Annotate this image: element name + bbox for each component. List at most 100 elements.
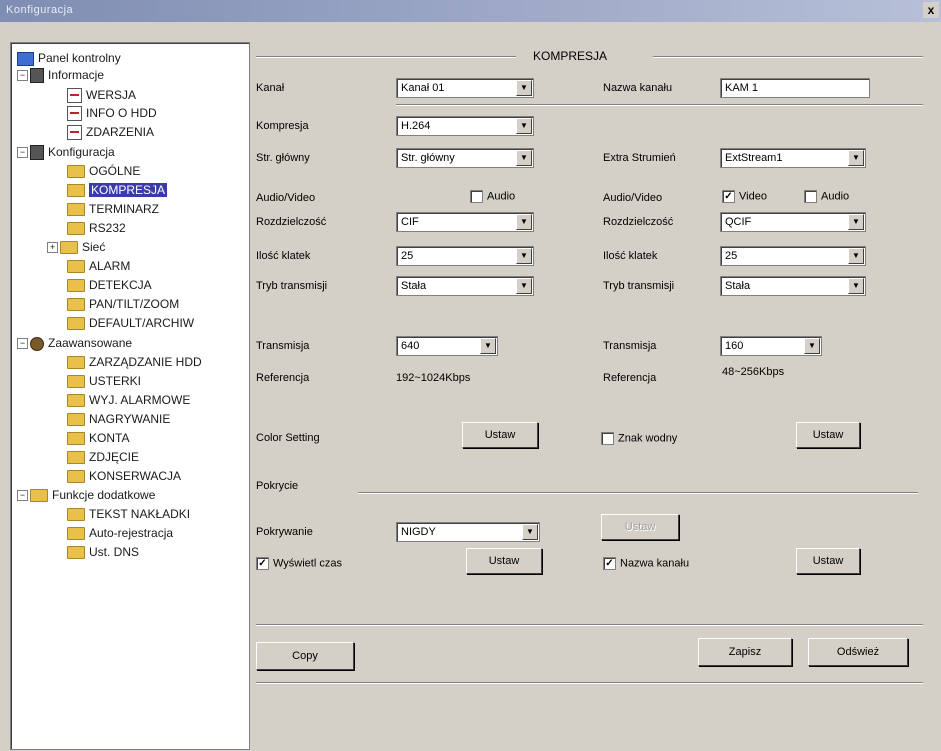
tree-item-zarzadzanie-hdd[interactable]: ZARZĄDZANIE HDD (67, 354, 202, 371)
divider (653, 56, 923, 58)
checkmark-icon[interactable]: ✓ (256, 557, 269, 570)
tree-item-terminarz[interactable]: TERMINARZ (67, 201, 159, 218)
tree-konfiguracja[interactable]: − Konfiguracja (17, 144, 115, 161)
tree-item-tekst[interactable]: TEKST NAKŁADKI (67, 506, 190, 523)
checkmark-icon[interactable]: ✓ (603, 557, 616, 570)
tree-item-autorej[interactable]: Auto-rejestracja (67, 525, 173, 542)
znak-wodny-checkbox[interactable]: Znak wodny (601, 432, 677, 445)
folder-icon (67, 413, 85, 427)
dropdown-arrow-icon[interactable]: ▼ (516, 214, 532, 230)
tree-item-pantiltzoom[interactable]: PAN/TILT/ZOOM (67, 296, 179, 313)
dropdown-arrow-icon[interactable]: ▼ (516, 248, 532, 264)
dropdown-arrow-icon[interactable]: ▼ (804, 338, 820, 354)
trans-right-select[interactable]: 160 ▼ (720, 336, 822, 356)
znak-ustaw-button[interactable]: Ustaw (796, 422, 860, 448)
tree-item-rs232[interactable]: RS232 (67, 220, 126, 237)
tree-item-ogolne[interactable]: OGÓLNE (67, 163, 140, 180)
color-setting-label: Color Setting (256, 432, 320, 444)
dropdown-arrow-icon[interactable]: ▼ (848, 150, 864, 166)
tree-item-zdarzenia[interactable]: ZDARZENIA (67, 124, 154, 141)
folder-icon (67, 203, 85, 217)
rozdz-right-label: Rozdzielczość (603, 216, 674, 228)
color-ustaw-button[interactable]: Ustaw (462, 422, 538, 448)
tree-zaawansowane[interactable]: − Zaawansowane (17, 335, 132, 352)
tree-item-info-hdd[interactable]: INFO O HDD (67, 105, 157, 122)
zapisz-button[interactable]: Zapisz (698, 638, 792, 666)
audio-checkbox-left[interactable]: Audio (470, 190, 515, 203)
trans-left-select[interactable]: 640 ▼ (396, 336, 498, 356)
rozdz-left-select[interactable]: CIF ▼ (396, 212, 534, 232)
collapse-icon[interactable]: − (17, 338, 28, 350)
tree-item-konta[interactable]: KONTA (67, 430, 129, 447)
klatek-right-label: Ilość klatek (603, 250, 658, 262)
tree-item-wersja[interactable]: WERSJA (67, 87, 136, 104)
nazwa-ustaw-button[interactable]: Ustaw (796, 548, 860, 574)
document-icon (67, 88, 82, 104)
collapse-icon[interactable]: − (17, 490, 28, 502)
trans-right-label: Transmisja (603, 340, 657, 352)
tree-item-ustdns[interactable]: Ust. DNS (67, 544, 139, 561)
tree-item-siec[interactable]: + Sieć (47, 239, 105, 256)
tree-item-alarm[interactable]: ALARM (67, 258, 130, 275)
kanal-select[interactable]: Kanał 01 ▼ (396, 78, 534, 98)
video-checkbox-right[interactable]: ✓ Video (722, 190, 767, 203)
folder-icon (67, 375, 85, 389)
checkmark-icon[interactable]: ✓ (722, 190, 735, 203)
tree-item-nagrywanie[interactable]: NAGRYWANIE (67, 411, 170, 428)
dropdown-arrow-icon[interactable]: ▼ (480, 338, 496, 354)
klatek-left-select[interactable]: 25 ▼ (396, 246, 534, 266)
klatek-right-select[interactable]: 25 ▼ (720, 246, 866, 266)
pokrycie-label: Pokrycie (256, 480, 299, 492)
odswiez-button[interactable]: Odśwież (808, 638, 908, 666)
extra-select[interactable]: ExtStream1 ▼ (720, 148, 866, 168)
dropdown-arrow-icon[interactable]: ▼ (848, 214, 864, 230)
kompresja-label: Kompresja (256, 120, 309, 132)
tree-root[interactable]: Panel kontrolny (17, 50, 121, 67)
dropdown-arrow-icon[interactable]: ▼ (848, 278, 864, 294)
ref-left-value: 192~1024Kbps (396, 372, 471, 384)
checkbox-icon[interactable] (601, 432, 614, 445)
rozdz-right-select[interactable]: QCIF ▼ (720, 212, 866, 232)
dropdown-arrow-icon[interactable]: ▼ (516, 150, 532, 166)
divider (256, 56, 516, 58)
dropdown-arrow-icon[interactable]: ▼ (516, 80, 532, 96)
expand-icon[interactable]: + (47, 242, 58, 254)
checkbox-icon[interactable] (470, 190, 483, 203)
checkbox-icon[interactable] (804, 190, 817, 203)
audio-checkbox-right[interactable]: Audio (804, 190, 849, 203)
dropdown-arrow-icon[interactable]: ▼ (522, 524, 538, 540)
folder-icon (67, 317, 85, 331)
kompresja-select[interactable]: H.264 ▼ (396, 116, 534, 136)
nazwa-kanalu-checkbox[interactable]: ✓ Nazwa kanału (603, 557, 689, 570)
folder-icon (67, 184, 85, 198)
collapse-icon[interactable]: − (17, 70, 28, 82)
wyswietl-czas-checkbox[interactable]: ✓ Wyświetl czas (256, 557, 342, 570)
tree-funkcje[interactable]: − Funkcje dodatkowe (17, 487, 155, 504)
st-glowny-select[interactable]: Str. główny ▼ (396, 148, 534, 168)
dropdown-arrow-icon[interactable]: ▼ (516, 118, 532, 134)
pokrywanie-ustaw-button[interactable]: Ustaw (601, 514, 679, 540)
settings-panel: KOMPRESJA Kanał Kanał 01 ▼ Nazwa kanału K… (248, 30, 941, 751)
folder-icon (67, 432, 85, 446)
czas-ustaw-button[interactable]: Ustaw (466, 548, 542, 574)
tree-item-kompresja[interactable]: KOMPRESJA (67, 182, 168, 199)
close-icon[interactable]: x (923, 2, 939, 18)
section-title: KOMPRESJA (533, 49, 608, 63)
tree-item-detekcja[interactable]: DETEKCJA (67, 277, 152, 294)
tree-item-zdjecie[interactable]: ZDJĘCIE (67, 449, 139, 466)
tryb-left-select[interactable]: Stała ▼ (396, 276, 534, 296)
pokrywanie-select[interactable]: NIGDY ▼ (396, 522, 540, 542)
tree-item-konserwacja[interactable]: KONSERWACJA (67, 468, 181, 485)
nazwa-kanalu-input[interactable]: KAM 1 (720, 78, 870, 98)
dropdown-arrow-icon[interactable]: ▼ (848, 248, 864, 264)
tree-item-usterki[interactable]: USTERKI (67, 373, 141, 390)
tree-item-wyj-alarmowe[interactable]: WYJ. ALARMOWE (67, 392, 190, 409)
gear-icon (30, 336, 44, 351)
window-title: Konfiguracja (6, 4, 74, 16)
tryb-right-select[interactable]: Stała ▼ (720, 276, 866, 296)
tree-informacje[interactable]: − Informacje (17, 67, 104, 84)
collapse-icon[interactable]: − (17, 147, 28, 159)
copy-button[interactable]: Copy (256, 642, 354, 670)
dropdown-arrow-icon[interactable]: ▼ (516, 278, 532, 294)
tree-item-default[interactable]: DEFAULT/ARCHIW (67, 315, 194, 332)
